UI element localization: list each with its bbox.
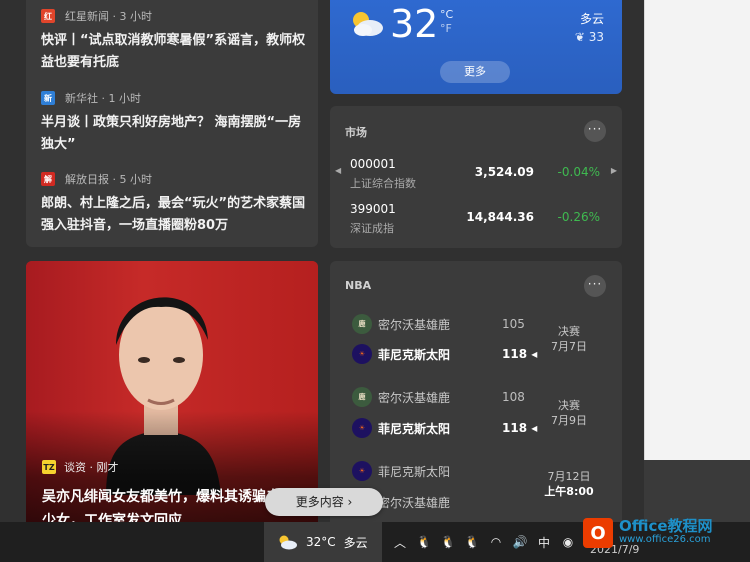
market-more-options-button[interactable]: ··· [584, 120, 606, 142]
source-logo-icon: 解 [41, 172, 55, 186]
team-score: 118 ◂ [502, 347, 538, 361]
team-name: 菲尼克斯太阳 [378, 421, 451, 436]
game-stage: 决赛 [558, 325, 580, 338]
weather-condition: 多云 [579, 12, 604, 26]
game-info: 决赛 7月9日 [544, 398, 594, 428]
team-name: 密尔沃基雄鹿 [378, 390, 451, 405]
source-logo-icon: TZ [42, 460, 56, 474]
team-name: 密尔沃基雄鹿 [378, 317, 451, 332]
leaf-icon: ❦ [574, 30, 585, 44]
game-stage: 决赛 [558, 399, 580, 412]
bucks-logo-icon: 鹿 [352, 314, 372, 334]
air-quality: ❦ 33 [575, 30, 604, 44]
news-source-label: 红星新闻 · 3 小时 [65, 10, 152, 23]
stock-row[interactable]: 000001 上证综合指数 3,524.09 -0.04% [350, 157, 600, 193]
team-score-value: 118 [502, 421, 528, 435]
weather-more-button[interactable]: 更多 [440, 61, 510, 83]
suns-logo-icon: ☀ [352, 461, 372, 481]
background-window [644, 0, 750, 460]
weather-card[interactable]: 32 °C °F 多云 ❦ 33 更多 [330, 0, 622, 94]
news-source: 红 红星新闻 · 3 小时 [41, 8, 306, 24]
stock-code: 000001 [350, 157, 396, 171]
widgets-panel: 红 红星新闻 · 3 小时 快评丨“试点取消教师寒暑假”系谣言，教师权益也要有托… [0, 0, 644, 522]
news-source: 新 新华社 · 1 小时 [41, 90, 306, 106]
game-info: 决赛 7月7日 [544, 324, 594, 354]
unit-fahrenheit[interactable]: °F [440, 22, 453, 36]
qq-icon[interactable]: 🐧 [438, 532, 458, 552]
game-date: 7月7日 [551, 340, 587, 353]
bucks-logo-icon: 鹿 [352, 387, 372, 407]
stock-price: 14,844.36 [466, 210, 534, 224]
news-item[interactable]: 红 红星新闻 · 3 小时 快评丨“试点取消教师寒暑假”系谣言，教师权益也要有托… [41, 8, 306, 74]
weather-temperature: 32 [390, 2, 439, 46]
suns-logo-icon: ☀ [352, 418, 372, 438]
nba-title: NBA [345, 279, 372, 292]
news-title[interactable]: 快评丨“试点取消教师寒暑假”系谣言，教师权益也要有托底 [41, 30, 306, 74]
team-score: 118 ◂ [502, 421, 538, 435]
news-source-label: 新华社 · 1 小时 [65, 92, 141, 105]
air-quality-value: 33 [588, 30, 604, 44]
photo-news-source: TZ 谈资 · 刚才 [42, 459, 119, 475]
news-item[interactable]: 新 新华社 · 1 小时 半月谈丨政策只利好房地产？ 海南摆脱“一房独大” [41, 90, 306, 156]
stock-row[interactable]: 399001 深证成指 14,844.36 -0.26% [350, 202, 600, 238]
market-title: 市场 [345, 126, 367, 139]
watermark-text: Office教程网 www.office26.com [619, 519, 713, 547]
watermark-sub: www.office26.com [619, 534, 711, 545]
news-title[interactable]: 郎朗、村上隆之后，最会“玩火”的艺术家蔡国强入驻抖音，一场直播圈粉80万 [41, 193, 306, 237]
system-tray: ︿ 🐧 🐧 🐧 ◠ 🔊 中 ◉ [390, 522, 582, 562]
news-source: 解 解放日报 · 5 小时 [41, 171, 306, 187]
partly-cloudy-icon [353, 12, 383, 36]
news-list-card: 红 红星新闻 · 3 小时 快评丨“试点取消教师寒暑假”系谣言，教师权益也要有托… [26, 0, 318, 247]
taskbar-weather-temp: 32°C [306, 535, 336, 549]
office-logo-icon: O [583, 518, 613, 548]
stock-name: 上证综合指数 [350, 177, 416, 190]
stock-price: 3,524.09 [474, 165, 534, 179]
wifi-icon[interactable]: ◠ [486, 532, 506, 552]
game-time: 上午8:00 [544, 485, 594, 498]
more-content-button[interactable]: 更多内容 › [265, 488, 383, 516]
nba-card: NBA ··· 鹿 密尔沃基雄鹿 105 ☀ 菲尼克斯太阳 118 ◂ 决赛 7… [330, 261, 622, 522]
game-date: 7月12日 [547, 470, 591, 483]
stock-code: 399001 [350, 202, 396, 216]
ime-indicator[interactable]: 中 [534, 532, 554, 552]
taskbar-weather-condition: 多云 [343, 535, 368, 550]
nba-more-options-button[interactable]: ··· [584, 275, 606, 297]
team-name: 菲尼克斯太阳 [378, 464, 451, 479]
temperature-unit-toggle[interactable]: °C °F [440, 8, 453, 36]
unit-celsius[interactable]: °C [440, 8, 453, 22]
show-hidden-icons-chevron-icon[interactable]: ︿ [390, 532, 410, 552]
watermark-main: Office教程网 [619, 517, 713, 535]
stock-change: -0.26% [557, 210, 600, 224]
team-score: 108 [502, 390, 525, 404]
taskbar-weather-button[interactable]: 32°C 多云 [264, 522, 382, 562]
qq-icon[interactable]: 🐧 [414, 532, 434, 552]
news-source-label: 解放日报 · 5 小时 [65, 173, 152, 186]
stock-name: 深证成指 [350, 222, 394, 235]
team-name: 菲尼克斯太阳 [378, 347, 451, 362]
partly-cloudy-icon [279, 535, 297, 550]
photo-news-card[interactable]: TZ 谈资 · 刚才 吴亦凡绯闻女友都美竹，爆料其诱骗未成年少女，工作室发文回应 [26, 261, 318, 522]
team-row[interactable]: ☀ 菲尼克斯太阳 [352, 460, 532, 482]
market-next-arrow-icon[interactable]: ▶ [611, 166, 617, 175]
suns-logo-icon: ☀ [352, 344, 372, 364]
market-prev-arrow-icon[interactable]: ◀ [335, 166, 341, 175]
team-score: 105 [502, 317, 525, 331]
market-card: 市场 ··· ◀ ▶ 000001 上证综合指数 3,524.09 -0.04%… [330, 106, 622, 248]
team-name: 密尔沃基雄鹿 [378, 495, 451, 510]
game-info: 7月12日 上午8:00 [534, 469, 604, 499]
source-logo-icon: 红 [41, 9, 55, 23]
news-title[interactable]: 半月谈丨政策只利好房地产？ 海南摆脱“一房独大” [41, 112, 306, 156]
team-score-value: 118 [502, 347, 528, 361]
background-window-edge [644, 0, 750, 460]
app-tray-icon[interactable]: ◉ [558, 532, 578, 552]
stock-change: -0.04% [557, 165, 600, 179]
office-watermark: O Office教程网 www.office26.com [583, 513, 743, 553]
photo-news-source-label: 谈资 · 刚才 [64, 461, 119, 474]
volume-icon[interactable]: 🔊 [510, 532, 530, 552]
game-date: 7月9日 [551, 414, 587, 427]
qq-icon[interactable]: 🐧 [462, 532, 482, 552]
source-logo-icon: 新 [41, 91, 55, 105]
news-item[interactable]: 解 解放日报 · 5 小时 郎朗、村上隆之后，最会“玩火”的艺术家蔡国强入驻抖音… [41, 171, 306, 237]
